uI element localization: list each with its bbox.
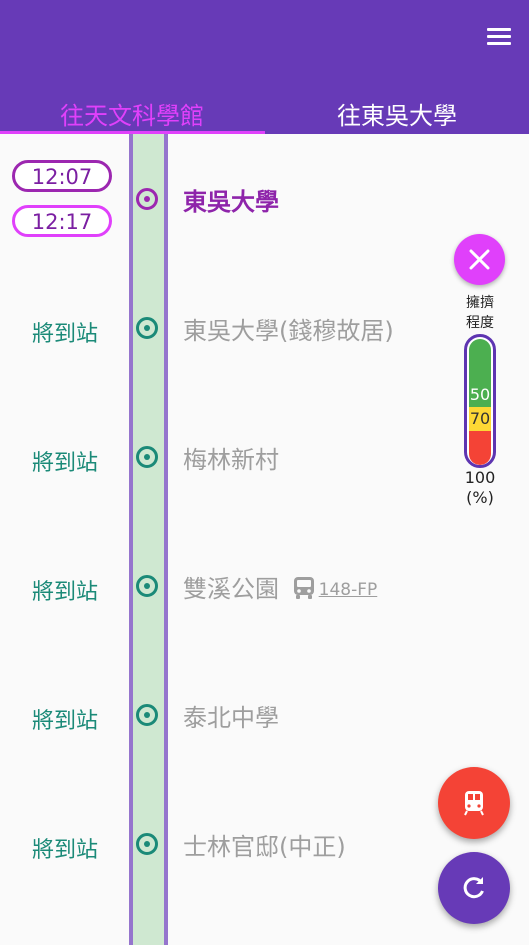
tab-to-astronomy-museum[interactable]: 往天文科學館 (0, 98, 264, 134)
train-button[interactable] (438, 767, 510, 839)
app-header: 往天文科學館 往東吳大學 (0, 0, 529, 134)
stop-marker-icon (136, 446, 158, 468)
stop-row[interactable]: 將到站 梅林新村 (0, 430, 440, 490)
stop-name: 雙溪公園 (183, 575, 279, 603)
menu-icon[interactable] (483, 24, 515, 50)
stop-row[interactable]: 將到站 泰北中學 (0, 688, 440, 748)
stop-row-current[interactable]: 東吳大學 (0, 172, 440, 232)
arrival-status: 將到站 (31, 709, 98, 734)
arrival-status: 將到站 (31, 580, 98, 605)
refresh-icon (463, 877, 484, 899)
stop-row[interactable]: 將到站 東吳大學(錢穆故居) (0, 301, 440, 361)
stop-marker-icon (136, 575, 158, 597)
refresh-button[interactable] (438, 852, 510, 924)
train-icon (464, 791, 484, 816)
stop-name: 士林官邸(中正) (183, 833, 346, 861)
crowd-level-label: 擁擠 程度 (466, 295, 494, 331)
stop-marker-icon (136, 317, 158, 339)
arrival-status: 將到站 (31, 838, 98, 863)
meter-mark-50: 50 (469, 385, 491, 404)
crowd-level-meter: 50 70 (464, 334, 496, 468)
stop-row[interactable]: 將到站 士林官邸(中正) (0, 817, 440, 877)
tab-to-soochow-university[interactable]: 往東吳大學 (265, 98, 529, 134)
stop-name-with-transfer: 雙溪公園 148-FP (183, 569, 377, 604)
stop-name: 泰北中學 (183, 704, 279, 732)
stop-name: 東吳大學 (183, 188, 279, 216)
meter-mark-70: 70 (469, 409, 491, 428)
stop-marker-icon (136, 833, 158, 855)
close-crowd-meter-button[interactable] (454, 234, 505, 285)
arrival-status: 將到站 (31, 451, 98, 476)
stop-marker-icon (136, 704, 158, 726)
stop-name: 東吳大學(錢穆故居) (183, 317, 394, 345)
arrival-status: 將到站 (31, 322, 98, 347)
stop-name: 梅林新村 (183, 446, 279, 474)
stop-marker-icon (136, 188, 158, 210)
bus-icon (293, 577, 314, 599)
stop-row[interactable]: 將到站 雙溪公園 148-FP (0, 559, 440, 619)
meter-max-label: 100 (%) (464, 468, 496, 507)
close-icon (469, 249, 490, 270)
transfer-route-link[interactable]: 148-FP (319, 580, 378, 600)
